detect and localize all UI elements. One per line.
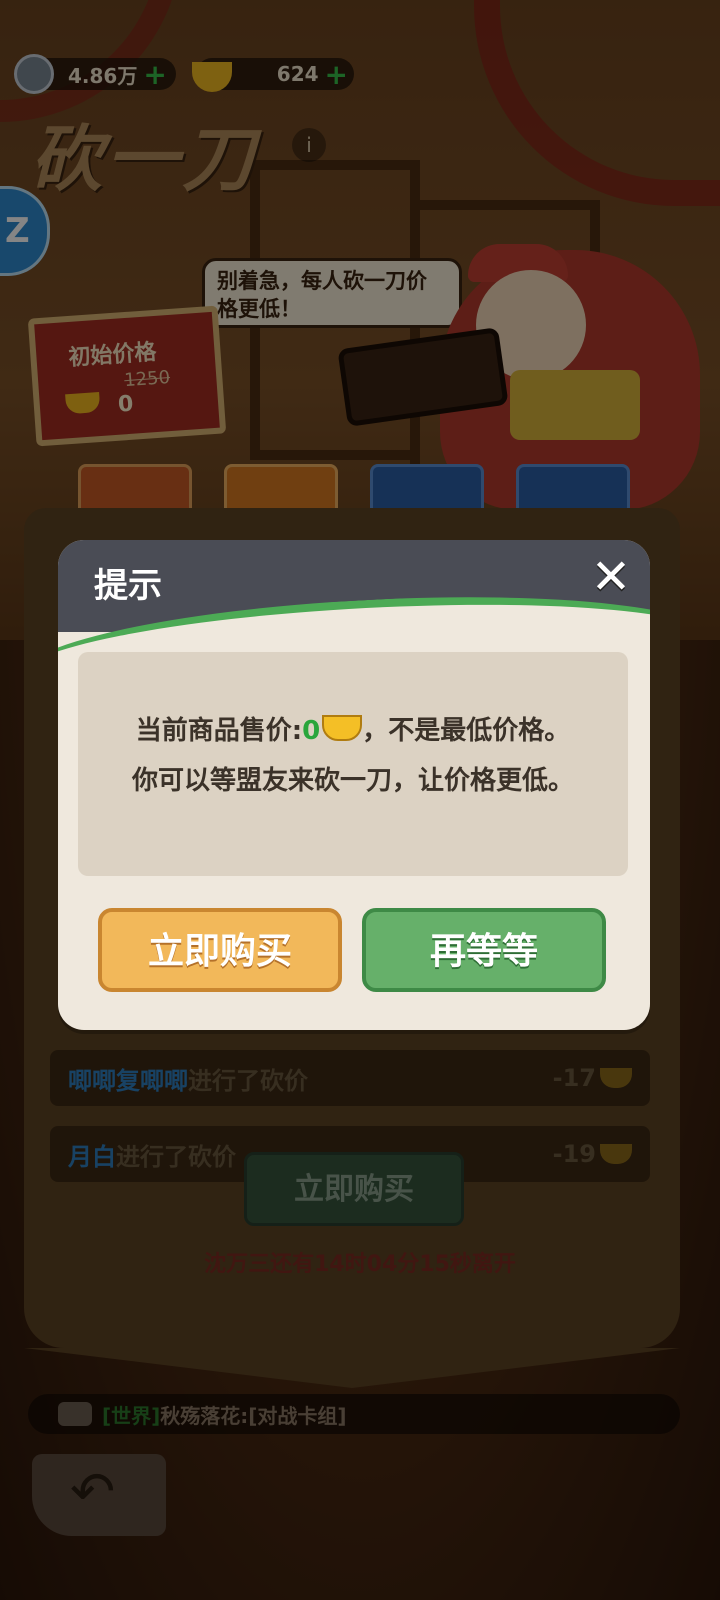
buy-now-button[interactable]: 立即购买 (98, 908, 342, 992)
dialog-title: 提示 (94, 566, 162, 606)
dialog-message: 当前商品售价:0 ，不是最低价格。 你可以等盟友来砍一刀，让价格更低。 (78, 652, 628, 876)
gold-ingot-icon (322, 715, 363, 741)
hint-line: 你可以等盟友来砍一刀，让价格更低。 (131, 766, 574, 796)
wait-button[interactable]: 再等等 (362, 908, 606, 992)
price-line: 当前商品售价:0 ，不是最低价格。 (135, 715, 571, 746)
current-sale-price: 0 (302, 716, 321, 746)
close-icon[interactable]: ✕ (586, 552, 636, 602)
